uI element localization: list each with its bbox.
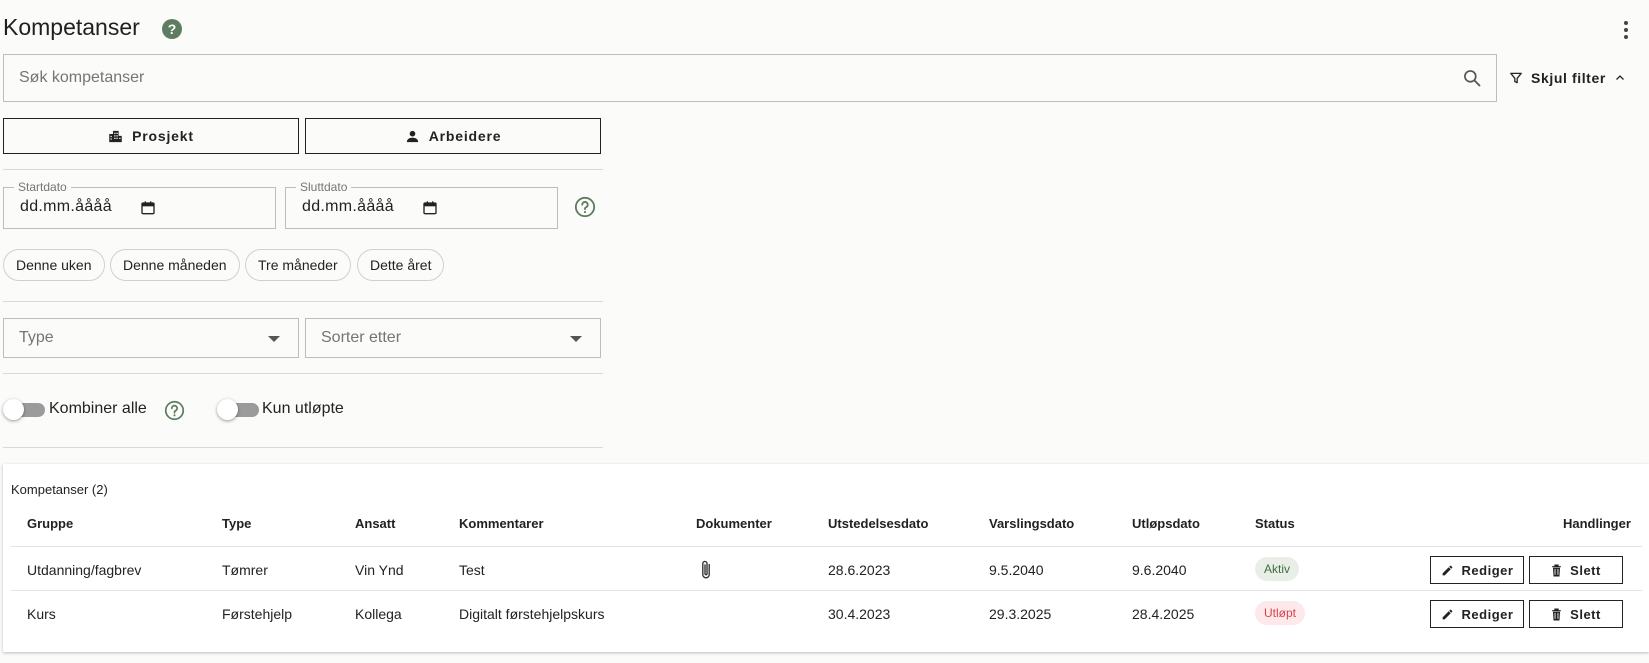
combine-all-label: Kombiner alle [49,400,147,417]
help-outline-icon[interactable] [574,196,596,218]
divider [3,373,603,374]
person-icon [406,130,418,142]
competence-table-card: Kompetanser (2) Gruppe Type Ansatt Komme… [3,464,1649,652]
help-outline-icon[interactable] [164,400,185,421]
status-badge: Aktiv [1255,557,1300,581]
only-expired-label: Kun utløpte [262,400,344,417]
column-header-expiry-date: Utløpsdato [1132,516,1200,531]
row-divider [11,546,1642,547]
column-header-comments: Kommentarer [459,516,544,531]
search-box [3,54,1497,102]
filter-icon [1510,72,1522,84]
cell-employee: Kollega [355,606,402,622]
column-header-type: Type [222,516,252,531]
cell-issued-date: 28.6.2023 [828,562,891,578]
cell-expiry-date: 28.4.2025 [1132,606,1195,622]
delete-button[interactable]: Slett [1529,600,1623,628]
only-expired-switch[interactable] [217,399,259,420]
column-header-employee: Ansatt [355,516,396,531]
column-header-status: Status [1255,516,1295,531]
cell-type: Tømrer [222,562,268,578]
trash-icon [1552,564,1561,576]
cell-expiry-date: 9.6.2040 [1132,562,1187,578]
cell-group: Utdanning/fagbrev [27,562,142,578]
switch-knob [217,399,238,420]
edit-button[interactable]: Rediger [1430,600,1524,628]
divider [3,169,603,170]
cell-employee: Vin Ynd [355,562,404,578]
chip-three-months[interactable]: Tre måneder [245,249,351,281]
edit-button[interactable]: Rediger [1430,556,1524,584]
building-icon [109,130,122,142]
search-input[interactable] [4,55,1424,101]
pencil-icon [1442,609,1452,619]
column-header-issued-date: Utstedelsesdato [828,516,929,531]
cell-notify-date: 9.5.2040 [989,562,1044,578]
start-date-label: Startdato [14,180,71,194]
hide-filter-label: Skjul filter [1531,70,1606,86]
end-date-field[interactable]: Sluttdato dd.mm.åååå [285,180,558,229]
calendar-icon[interactable] [422,200,438,216]
switch-knob [3,399,24,420]
help-icon[interactable]: ? [162,19,182,39]
delete-button-label: Slett [1570,606,1601,622]
pencil-icon [1442,565,1452,575]
page-title: Kompetanser [3,14,140,40]
delete-button[interactable]: Slett [1529,556,1623,584]
hide-filter-button[interactable]: Skjul filter [1509,67,1626,89]
type-select[interactable]: Type [3,318,299,358]
cell-notify-date: 29.3.2025 [989,606,1052,622]
workers-button-label: Arbeidere [428,128,502,144]
cell-comment: Digitalt førstehjelpskurs [459,606,605,622]
trash-icon [1552,608,1561,620]
column-header-documents: Dokumenter [696,516,772,531]
search-icon[interactable] [1462,68,1482,88]
dropdown-arrow-icon [268,336,280,342]
chip-this-year[interactable]: Dette året [357,249,445,281]
start-date-field[interactable]: Startdato dd.mm.åååå [3,180,276,229]
cell-type: Førstehjelp [222,606,293,622]
project-button-label: Prosjekt [132,128,194,144]
start-date-value: dd.mm.åååå [20,198,112,215]
chip-this-month[interactable]: Denne måneden [110,249,240,281]
delete-button-label: Slett [1570,562,1601,578]
combine-all-switch[interactable] [3,399,45,420]
edit-button-label: Rediger [1461,562,1514,578]
workers-button[interactable]: Arbeidere [305,118,601,154]
column-header-group: Gruppe [27,516,74,531]
column-header-notify-date: Varslingsdato [989,516,1075,531]
end-date-label: Sluttdato [296,180,352,194]
column-header-actions: Handlinger [1563,516,1631,531]
cell-group: Kurs [27,606,56,622]
attachment-icon[interactable] [699,559,713,581]
divider [3,301,603,302]
edit-button-label: Rediger [1461,606,1514,622]
dropdown-arrow-icon [570,336,582,342]
project-button[interactable]: Prosjekt [3,118,299,154]
chip-this-week[interactable]: Denne uken [3,249,105,281]
sort-select[interactable]: Sorter etter [305,318,601,358]
more-options-icon[interactable] [1620,18,1632,42]
sort-select-placeholder: Sorter etter [321,329,402,346]
row-divider [11,590,1642,591]
divider [3,447,603,448]
status-badge: Utløpt [1255,601,1306,625]
end-date-value: dd.mm.åååå [302,198,394,215]
chevron-up-icon [1615,75,1624,80]
calendar-icon[interactable] [140,200,156,216]
cell-issued-date: 30.4.2023 [828,606,891,622]
type-select-placeholder: Type [19,329,54,346]
cell-comment: Test [459,562,485,578]
table-title: Kompetanser (2) [11,482,108,497]
